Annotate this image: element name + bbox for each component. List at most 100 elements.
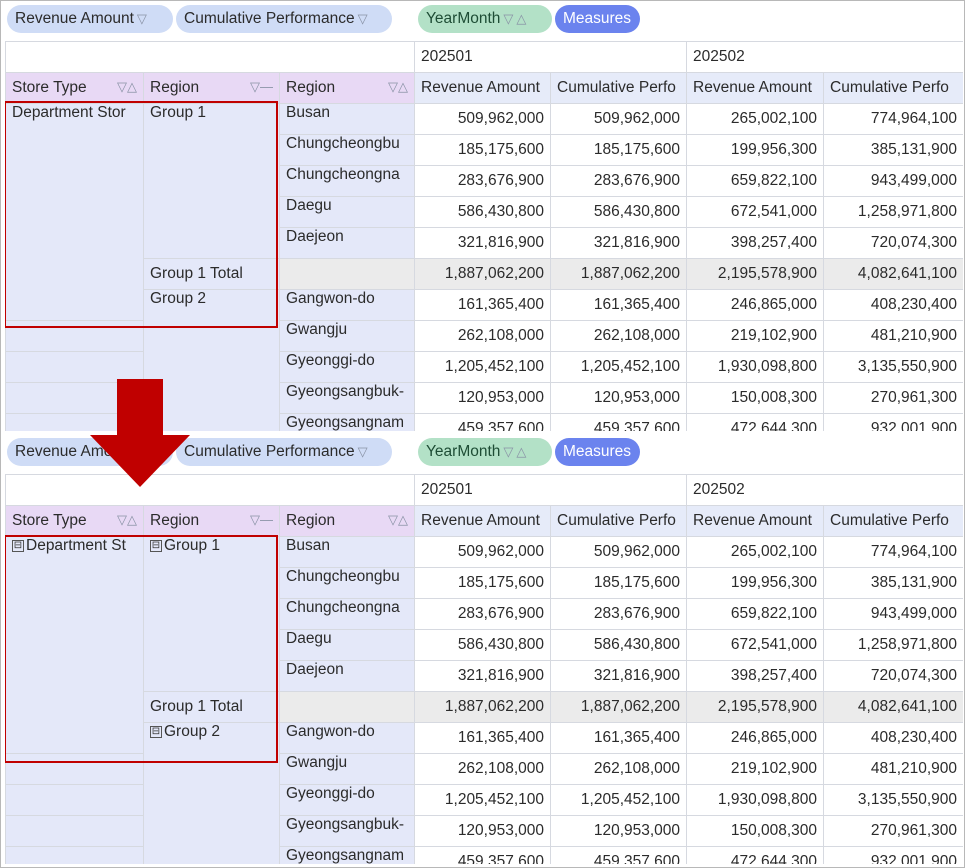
- value-cell: 586,430,800: [414, 196, 552, 228]
- value-cell: 270,961,300: [823, 815, 963, 847]
- store-type-header[interactable]: Store Type ▽△: [5, 505, 144, 537]
- group-cell[interactable]: ⊟ Group 1: [143, 536, 280, 692]
- store-type-continuation: [5, 846, 144, 864]
- filter-icon[interactable]: ▽: [137, 438, 147, 466]
- measure-header[interactable]: Revenue Amount: [414, 72, 552, 104]
- value-cell: 943,499,000: [823, 165, 963, 197]
- store-type-continuation: [5, 413, 144, 431]
- value-cell: 120,953,000: [414, 815, 552, 847]
- store-type-continuation: [5, 382, 144, 414]
- filter-collapse-icon[interactable]: ▽—: [250, 512, 273, 528]
- subtotal-cell: 4,082,641,100: [823, 691, 963, 723]
- pivot-table: 202501 202502 Store Type ▽△ Region ▽— Regi…: [5, 474, 963, 864]
- header-label: Region: [150, 79, 200, 96]
- region-group-header[interactable]: Region ▽—: [143, 72, 280, 104]
- value-cell: 481,210,900: [823, 320, 963, 352]
- group-cell[interactable]: Group 2: [143, 289, 280, 431]
- value-cell: 262,108,000: [414, 320, 552, 352]
- group-label: Group 2: [164, 723, 221, 741]
- value-cell: 509,962,000: [550, 536, 688, 568]
- region-cell: Gangwon-do: [278, 289, 416, 321]
- region-cell: Gangwon-do: [278, 722, 416, 754]
- filter-icon[interactable]: ▽: [503, 438, 513, 466]
- region-header[interactable]: Region ▽△: [278, 72, 416, 104]
- sort-ascending-icon[interactable]: △: [516, 438, 526, 466]
- collapse-icon[interactable]: ⊟: [150, 725, 162, 738]
- value-cell: 943,499,000: [823, 598, 963, 630]
- value-cell: 459,357,600: [550, 413, 688, 431]
- measure-header[interactable]: Revenue Amount: [686, 505, 825, 537]
- collapse-icon[interactable]: ⊟: [150, 539, 162, 552]
- yearmonth-chip[interactable]: YearMonth ▽ △: [418, 5, 552, 33]
- value-cell: 672,541,000: [686, 629, 825, 661]
- value-cell: 246,865,000: [686, 289, 825, 321]
- value-cell: 586,430,800: [550, 629, 688, 661]
- value-cell: 161,365,400: [414, 722, 552, 754]
- subtotal-label: Group 1 Total: [143, 258, 280, 290]
- header-label: Store Type: [12, 79, 87, 96]
- yearmonth-chip[interactable]: YearMonth ▽ △: [418, 438, 552, 466]
- filter-icon[interactable]: ▽: [358, 5, 368, 33]
- region-cell: Daejeon: [278, 227, 416, 259]
- region-cell: Busan: [278, 536, 416, 568]
- subtotal-cell: 1,887,062,200: [550, 691, 688, 723]
- group-cell[interactable]: Group 1: [143, 103, 280, 259]
- revenue-amount-chip[interactable]: Revenue Amount ▽: [7, 438, 173, 466]
- value-cell: 1,258,971,800: [823, 629, 963, 661]
- measure-header[interactable]: Revenue Amount: [414, 505, 552, 537]
- measures-chip[interactable]: Measures: [555, 438, 640, 466]
- cumulative-performance-chip[interactable]: Cumulative Performance ▽: [176, 5, 392, 33]
- value-cell: 459,357,600: [550, 846, 688, 864]
- subtotal-label: Group 1 Total: [143, 691, 280, 723]
- collapse-icon[interactable]: ⊟: [12, 539, 24, 552]
- measures-chip[interactable]: Measures: [555, 5, 640, 33]
- region-header[interactable]: Region ▽△: [278, 505, 416, 537]
- value-cell: 1,205,452,100: [414, 784, 552, 816]
- value-cell: 161,365,400: [550, 289, 688, 321]
- value-cell: 659,822,100: [686, 165, 825, 197]
- value-cell: 472,644,300: [686, 413, 825, 431]
- table-row: Department Stor Group 1 Busan 509,962,00…: [5, 103, 963, 321]
- region-cell: Gyeonggi-do: [278, 784, 416, 816]
- value-cell: 1,205,452,100: [550, 784, 688, 816]
- cumulative-performance-chip[interactable]: Cumulative Performance ▽: [176, 438, 392, 466]
- measure-header[interactable]: Revenue Amount: [686, 72, 825, 104]
- region-group-header[interactable]: Region ▽—: [143, 505, 280, 537]
- filter-collapse-icon[interactable]: ▽—: [250, 79, 273, 95]
- value-cell: 262,108,000: [414, 753, 552, 785]
- subtotal-cell: 2,195,578,900: [686, 691, 825, 723]
- filter-sort-icon[interactable]: ▽△: [388, 79, 408, 95]
- filter-sort-icon[interactable]: ▽△: [117, 512, 137, 528]
- pivot-table: 202501 202502 Store Type ▽△ Region ▽— Regi…: [5, 41, 963, 431]
- pivot-grid-before: Revenue Amount ▽ Cumulative Performance ▽ …: [5, 1, 963, 431]
- measure-header[interactable]: Cumulative Perfo: [550, 505, 688, 537]
- value-cell: 283,676,900: [414, 598, 552, 630]
- filter-icon[interactable]: ▽: [503, 5, 513, 33]
- filter-sort-icon[interactable]: ▽△: [117, 79, 137, 95]
- filter-icon[interactable]: ▽: [358, 438, 368, 466]
- chip-label: YearMonth: [426, 10, 501, 27]
- value-cell: 150,008,300: [686, 815, 825, 847]
- subtotal-cell: 1,887,062,200: [414, 258, 552, 290]
- revenue-amount-chip[interactable]: Revenue Amount ▽: [7, 5, 173, 33]
- chip-label: Measures: [563, 443, 632, 460]
- value-cell: 185,175,600: [550, 567, 688, 599]
- store-type-cell[interactable]: Department Stor: [5, 103, 144, 321]
- value-cell: 774,964,100: [823, 536, 963, 568]
- value-cell: 586,430,800: [414, 629, 552, 661]
- value-cell: 1,930,098,800: [686, 784, 825, 816]
- field-chips-bar: Revenue Amount ▽ Cumulative Performance ▽ …: [5, 434, 963, 474]
- measure-header[interactable]: Cumulative Perfo: [550, 72, 688, 104]
- value-cell: 321,816,900: [550, 227, 688, 259]
- header-label: Region: [150, 512, 200, 529]
- measure-header[interactable]: Cumulative Perfo: [823, 505, 963, 537]
- store-type-header[interactable]: Store Type ▽△: [5, 72, 144, 104]
- year-header-row: 202501 202502: [5, 474, 963, 506]
- filter-sort-icon[interactable]: ▽△: [388, 512, 408, 528]
- group-cell[interactable]: ⊟ Group 2: [143, 722, 280, 864]
- measure-header[interactable]: Cumulative Perfo: [823, 72, 963, 104]
- store-type-cell[interactable]: ⊟ Department St: [5, 536, 144, 754]
- filter-icon[interactable]: ▽: [137, 5, 147, 33]
- year-header-row: 202501 202502: [5, 41, 963, 73]
- sort-ascending-icon[interactable]: △: [516, 5, 526, 33]
